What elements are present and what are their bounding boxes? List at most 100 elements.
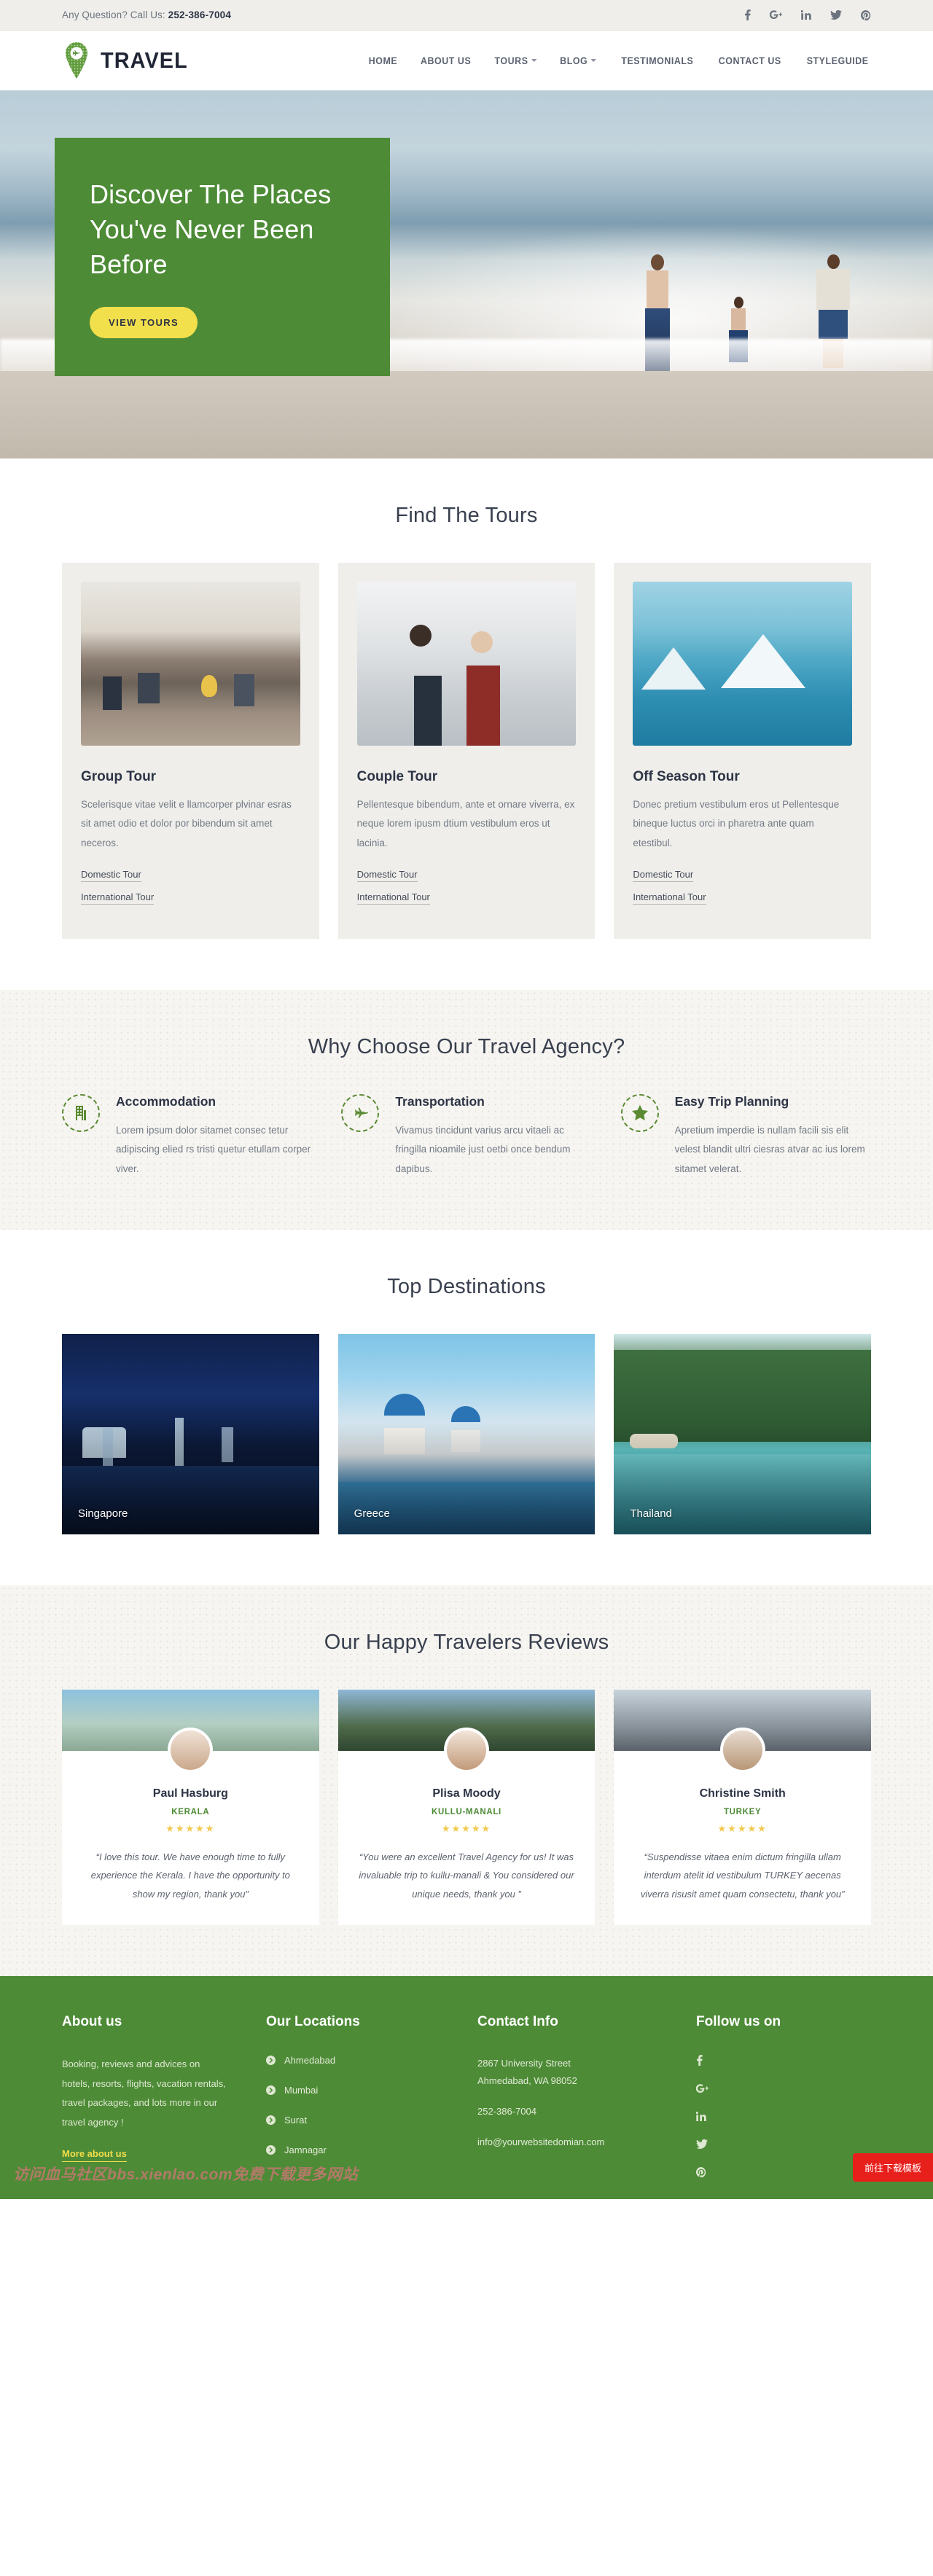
- nav-item-styleguide[interactable]: STYLEGUIDE: [806, 55, 868, 66]
- snowy-mountains-photo: [633, 582, 853, 746]
- tour-card-links: Domestic Tour International Tour: [356, 869, 577, 905]
- pinterest-icon[interactable]: [861, 9, 871, 20]
- destination-label: Thailand: [630, 1507, 672, 1520]
- feature-title: Easy Trip Planning: [674, 1093, 789, 1109]
- feature-title: Transportation: [395, 1093, 485, 1109]
- footer-location-jamnagar[interactable]: Jamnagar: [266, 2144, 477, 2155]
- destinations-section: Top Destinations Singapore Greece Thaila…: [0, 1230, 933, 1585]
- nav-item-tours[interactable]: TOURS: [495, 55, 537, 66]
- footer-locations-title: Our Locations: [266, 2013, 360, 2029]
- main-nav: HOME ABOUT US TOURS BLOG TESTIMONIALS CO…: [367, 55, 871, 66]
- footer-location-mumbai[interactable]: Mumbai: [266, 2085, 477, 2096]
- feature-title: Accommodation: [116, 1093, 216, 1109]
- arrow-circle-right-icon: [266, 2055, 276, 2065]
- linkedin-icon[interactable]: [696, 2111, 871, 2121]
- page-root: Any Question? Call Us: 252-386-7004 TRAV…: [0, 0, 933, 2199]
- view-tours-button[interactable]: VIEW TOURS: [90, 306, 198, 338]
- review-text: “You were an excellent Travel Agency for…: [359, 1851, 574, 1900]
- hero-title: Discover The Places You've Never Been Be…: [90, 179, 332, 279]
- feature-desc: Apretium imperdie is nullam facili sis e…: [674, 1124, 865, 1174]
- footer-follow-title: Follow us on: [696, 2013, 781, 2029]
- avatar: [168, 1727, 214, 1773]
- footer-email[interactable]: info@yourwebsitedomian.com: [477, 2134, 696, 2151]
- destination-label: Singapore: [78, 1507, 128, 1520]
- domestic-tour-link[interactable]: Domestic Tour: [356, 869, 418, 882]
- review-text: “I love this tour. We have enough time t…: [90, 1851, 290, 1900]
- footer-contact-column: Contact Info 2867 University Street Ahme…: [477, 2014, 696, 2177]
- arrow-circle-right-icon: [266, 2085, 276, 2095]
- hero-beach-sand: [0, 371, 933, 458]
- building-icon: [62, 1093, 100, 1132]
- why-choose-section: Why Choose Our Travel Agency? Accommodat…: [0, 989, 933, 1230]
- nav-item-blog[interactable]: BLOG: [560, 55, 597, 66]
- destination-card-singapore[interactable]: Singapore: [62, 1333, 319, 1534]
- footer-location-label: Surat: [284, 2114, 308, 2126]
- kerala-houseboat-photo: [62, 1689, 319, 1773]
- reviewer-name: Christine Smith: [699, 1787, 786, 1800]
- pinterest-icon[interactable]: [696, 2166, 871, 2177]
- linkedin-icon[interactable]: [801, 10, 811, 20]
- tour-card-links: Domestic Tour International Tour: [81, 869, 300, 905]
- footer-location-surat[interactable]: Surat: [266, 2115, 477, 2126]
- footer-about-text: Booking, reviews and advices on hotels, …: [62, 2058, 226, 2128]
- tour-card: Off Season Tour Donec pretium vestibulum…: [614, 563, 872, 939]
- tour-card-links: Domestic Tour International Tour: [633, 869, 852, 905]
- rating-stars: ★★★★★: [165, 1822, 216, 1834]
- destination-card-greece[interactable]: Greece: [337, 1333, 596, 1534]
- footer-social-list: [696, 2055, 871, 2177]
- domestic-tour-link[interactable]: Domestic Tour: [633, 869, 694, 882]
- footer-locations-column: Our Locations Ahmedabad Mumbai Surat Jam…: [266, 2014, 477, 2177]
- why-choose-title: Why Choose Our Travel Agency?: [308, 1034, 625, 1058]
- reviewer-name: Paul Hasburg: [152, 1787, 228, 1800]
- footer-address-line2: Ahmedabad, WA 98052: [477, 2075, 577, 2086]
- reviews-section: Our Happy Travelers Reviews Paul Hasburg…: [0, 1585, 933, 1976]
- nav-label: STYLEGUIDE: [806, 55, 869, 66]
- twitter-icon[interactable]: [830, 10, 842, 20]
- google-plus-icon[interactable]: [696, 2084, 871, 2093]
- image-overlay: [337, 1333, 596, 1534]
- tour-card-title: Off Season Tour: [633, 769, 740, 784]
- twitter-icon[interactable]: [696, 2139, 871, 2149]
- star-icon: [620, 1093, 659, 1132]
- international-tour-link[interactable]: International Tour: [356, 891, 430, 905]
- plane-icon: [341, 1093, 380, 1132]
- download-template-button[interactable]: 前往下载模板: [852, 2152, 933, 2182]
- topbar-social-list: [744, 9, 871, 20]
- facebook-icon[interactable]: [696, 2055, 871, 2066]
- more-about-us-link[interactable]: More about us: [62, 2148, 127, 2163]
- chevron-down-icon: [531, 59, 537, 62]
- footer-location-label: Jamnagar: [284, 2144, 327, 2155]
- brand-name: TRAVEL: [101, 47, 188, 73]
- feature-transportation: Transportation Vivamus tincidunt varius …: [341, 1093, 591, 1179]
- domestic-tour-link[interactable]: Domestic Tour: [81, 869, 141, 882]
- features-grid: Accommodation Lorem ipsum dolor sitamet …: [62, 1093, 871, 1179]
- tour-card: Couple Tour Pellentesque bibendum, ante …: [337, 563, 596, 939]
- topbar-phone-number[interactable]: 252-386-7004: [168, 9, 231, 20]
- international-tour-link[interactable]: International Tour: [633, 891, 706, 905]
- reviewer-place: KULLU-MANALI: [432, 1807, 501, 1816]
- destinations-title: Top Destinations: [387, 1274, 546, 1298]
- nav-item-contact-us[interactable]: CONTACT US: [719, 55, 781, 66]
- footer-follow-column: Follow us on: [696, 2014, 871, 2177]
- footer-location-ahmedabad[interactable]: Ahmedabad: [266, 2055, 477, 2066]
- footer-phone[interactable]: 252-386-7004: [477, 2103, 696, 2120]
- hero-banner: Discover The Places You've Never Been Be…: [0, 90, 933, 458]
- brand-logo[interactable]: TRAVEL: [62, 42, 195, 79]
- facebook-icon[interactable]: [744, 9, 751, 20]
- nav-item-testimonials[interactable]: TESTIMONIALS: [621, 55, 693, 66]
- tour-card-desc: Donec pretium vestibulum eros ut Pellent…: [633, 799, 840, 848]
- arrow-circle-right-icon: [266, 2144, 276, 2155]
- destination-card-thailand[interactable]: Thailand: [614, 1333, 872, 1534]
- site-header: TRAVEL HOME ABOUT US TOURS BLOG TESTIMON…: [0, 31, 933, 90]
- nav-item-home[interactable]: HOME: [369, 55, 397, 66]
- nav-item-about-us[interactable]: ABOUT US: [421, 55, 471, 66]
- arrow-circle-right-icon: [266, 2115, 276, 2125]
- footer-about-column: About us Booking, reviews and advices on…: [62, 2014, 266, 2177]
- international-tour-link[interactable]: International Tour: [81, 891, 155, 905]
- nav-label: CONTACT US: [718, 55, 781, 66]
- destination-label: Greece: [354, 1507, 390, 1520]
- avatar: [719, 1727, 765, 1773]
- google-plus-icon[interactable]: [770, 10, 782, 20]
- couple-in-snow-photo: [356, 582, 577, 746]
- nav-label: ABOUT US: [420, 55, 472, 66]
